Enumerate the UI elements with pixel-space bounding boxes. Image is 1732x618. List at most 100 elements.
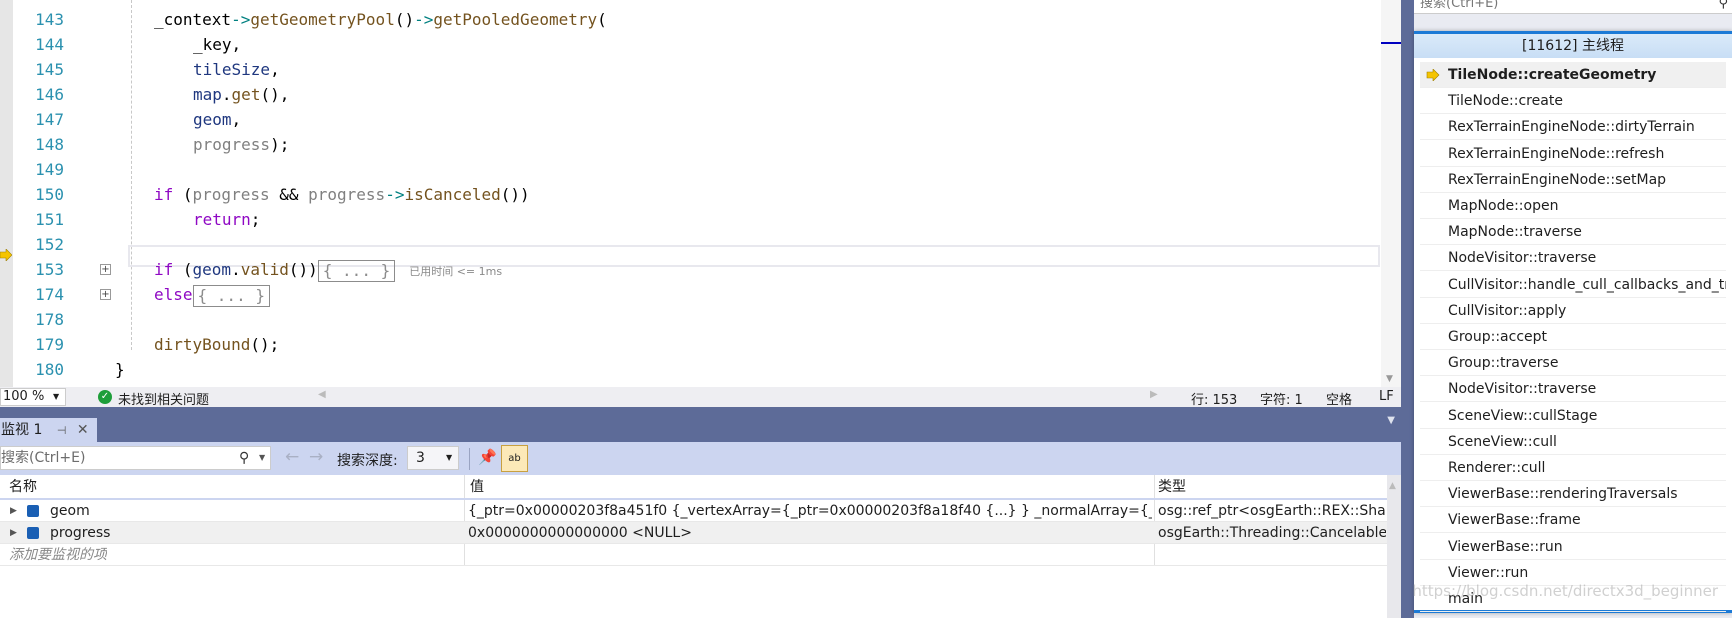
watch-search-input[interactable]: 搜索(Ctrl+E) ⚲ ▼	[0, 446, 271, 470]
close-icon[interactable]: ✕	[77, 422, 89, 438]
line-indicator[interactable]: 行: 153	[1191, 389, 1237, 408]
chevron-down-icon: ▼	[446, 453, 453, 462]
call-stack-frame[interactable]: CullVisitor::handle_cull_callbacks_and_t…	[1420, 272, 1726, 298]
code-line[interactable]: _key,	[193, 32, 241, 57]
code-token: progress	[308, 185, 386, 204]
perf-tip: 已用时间 <= 1ms	[409, 265, 503, 278]
call-stack-frame[interactable]: Renderer::cull	[1420, 455, 1726, 481]
call-stack-frame[interactable]: TileNode::create	[1420, 88, 1726, 115]
call-stack-frame[interactable]: SceneView::cull	[1420, 429, 1726, 455]
call-stack-frame[interactable]: ViewerBase::run	[1420, 534, 1726, 560]
code-token: _context	[154, 10, 232, 29]
collapsed-region[interactable]: { ... }	[192, 284, 270, 307]
code-token: ()	[394, 10, 415, 29]
code-line[interactable]: return;	[193, 207, 260, 232]
code-token: getGeometryPool	[250, 10, 395, 29]
code-token: (	[173, 185, 193, 204]
tab-watch-1[interactable]: 监视 1 ⊣ ✕	[0, 418, 97, 442]
scroll-left-icon[interactable]: ◀	[318, 389, 326, 400]
call-stack-frame[interactable]: NodeVisitor::traverse	[1420, 376, 1726, 403]
call-stack-frame[interactable]: RexTerrainEngineNode::refresh	[1420, 141, 1726, 167]
hex-display-toggle-icon[interactable]: ab	[501, 445, 528, 472]
frame-label: MapNode::traverse	[1448, 224, 1582, 241]
code-token: dirtyBound	[154, 335, 251, 354]
back-arrow-icon[interactable]: ←	[285, 447, 299, 467]
code-line[interactable]: geom,	[193, 107, 241, 132]
code-token: if	[154, 185, 174, 204]
watch-value[interactable]: {_ptr=0x00000203f8a451f0 {_vertexArray={…	[468, 500, 1152, 522]
frame-label: TileNode::create	[1448, 93, 1563, 110]
column-header-type[interactable]: 类型	[1158, 475, 1186, 500]
call-stack-frame[interactable]: Group::accept	[1420, 324, 1726, 350]
code-line[interactable]: _context->getGeometryPool()->getPooledGe…	[154, 7, 607, 32]
expand-arrow-icon[interactable]: ▶	[10, 500, 17, 522]
pin-icon[interactable]: ⊣	[57, 424, 67, 437]
call-stack-frame[interactable]: TileNode::createGeometry	[1420, 62, 1726, 88]
search-depth-label: 搜索深度:	[337, 453, 398, 469]
call-stack-frame[interactable]: CullVisitor::apply	[1420, 298, 1726, 324]
call-stack-frame[interactable]: ViewerBase::frame	[1420, 507, 1726, 534]
code-line[interactable]: dirtyBound();	[154, 332, 279, 357]
call-stack-frame[interactable]: NodeVisitor::traverse	[1420, 245, 1726, 272]
add-watch-row[interactable]: 添加要监视的项	[0, 544, 1387, 566]
issues-status[interactable]: 未找到相关问题	[118, 389, 209, 408]
char-indicator[interactable]: 字符: 1	[1260, 389, 1303, 408]
code-line[interactable]: else{ ... }	[154, 282, 270, 307]
call-stack-frame[interactable]: RexTerrainEngineNode::dirtyTerrain	[1420, 114, 1726, 141]
scroll-up-arrow-icon[interactable]: ▲	[1389, 481, 1396, 491]
column-header-value[interactable]: 值	[470, 475, 484, 500]
call-stack-frame[interactable]: MapNode::traverse	[1420, 219, 1726, 246]
frame-label: TileNode::createGeometry	[1448, 67, 1657, 83]
code-line[interactable]: tileSize,	[193, 57, 280, 82]
scroll-right-icon[interactable]: ▶	[1150, 389, 1158, 400]
window-menu-chevron-icon[interactable]: ▼	[1387, 415, 1395, 426]
search-depth-dropdown[interactable]: 3 ▼	[407, 446, 459, 470]
code-editor[interactable]: 143 _context->getGeometryPool()->getPoole…	[0, 0, 1403, 404]
watch-type: osg::ref_ptr<osgEarth::REX::Share...	[1158, 503, 1386, 519]
watch-grid: 名称 值 类型 ▶ geom {_ptr=0x00000203f8a451f0 {_…	[0, 475, 1387, 618]
eol-indicator[interactable]: LF	[1379, 389, 1394, 404]
call-stack-frame[interactable]: SceneView::cullStage	[1420, 403, 1726, 429]
panel-splitter[interactable]	[1401, 0, 1414, 618]
code-token: }	[115, 360, 125, 379]
zoom-dropdown[interactable]: 100 % ▼	[0, 388, 66, 406]
watch-row[interactable]: ▶ geom {_ptr=0x00000203f8a451f0 {_vertexAr…	[0, 500, 1387, 522]
search-icon[interactable]: ⚲	[1718, 0, 1728, 10]
code-token: .	[231, 260, 241, 279]
watch-vertical-scrollbar[interactable]: ▲	[1387, 475, 1401, 618]
pin-filter-icon[interactable]: 📌	[478, 448, 497, 466]
call-stack-frame[interactable]: MapNode::open	[1420, 193, 1726, 219]
chevron-down-icon[interactable]: ▼	[259, 447, 265, 469]
call-stack-frame[interactable]: ViewerBase::renderingTraversals	[1420, 481, 1726, 508]
code-line[interactable]: progress);	[193, 132, 289, 157]
code-line[interactable]: map.get(),	[193, 82, 289, 107]
code-line[interactable]: }	[115, 357, 125, 382]
code-token: isCanceled	[404, 185, 501, 204]
whitespace-indicator[interactable]: 空格	[1326, 389, 1352, 408]
search-icon[interactable]: ⚲	[239, 447, 249, 469]
call-stack-frame[interactable]: Group::traverse	[1420, 350, 1726, 377]
scroll-down-arrow-icon[interactable]: ▼	[1386, 374, 1393, 384]
expand-arrow-icon[interactable]: ▶	[10, 522, 17, 544]
expand-icon[interactable]: +	[100, 289, 111, 300]
frame-label: ViewerBase::renderingTraversals	[1448, 486, 1678, 503]
column-header-name[interactable]: 名称	[9, 475, 37, 500]
forward-arrow-icon[interactable]: →	[309, 447, 323, 467]
watch-value[interactable]: 0x0000000000000000 <NULL>	[468, 522, 1152, 544]
code-line[interactable]: if (progress && progress->isCanceled())	[154, 182, 530, 207]
watch-row[interactable]: ▶ progress 0x0000000000000000 <NULL> osgEar…	[0, 522, 1387, 544]
indent-guide	[131, 0, 132, 350]
editor-vertical-scrollbar[interactable]: ▼	[1381, 0, 1401, 387]
frame-label: NodeVisitor::traverse	[1448, 250, 1597, 267]
frame-label: RexTerrainEngineNode::refresh	[1448, 145, 1665, 162]
line-number: 146	[35, 85, 64, 104]
indicator-margin[interactable]	[0, 0, 13, 387]
chevron-down-icon: ▼	[53, 392, 60, 401]
frame-label: ViewerBase::run	[1448, 538, 1563, 555]
expand-icon[interactable]: +	[100, 264, 111, 275]
code-token: (	[597, 10, 607, 29]
call-stack-frame[interactable]: RexTerrainEngineNode::setMap	[1420, 167, 1726, 193]
right-search-input[interactable]: 搜索(Ctrl+E) ⚲	[1414, 0, 1732, 14]
code-line[interactable]: if (geom.valid()){ ... } 已用时间 <= 1ms	[154, 257, 502, 282]
collapsed-region[interactable]: { ... }	[317, 259, 396, 282]
